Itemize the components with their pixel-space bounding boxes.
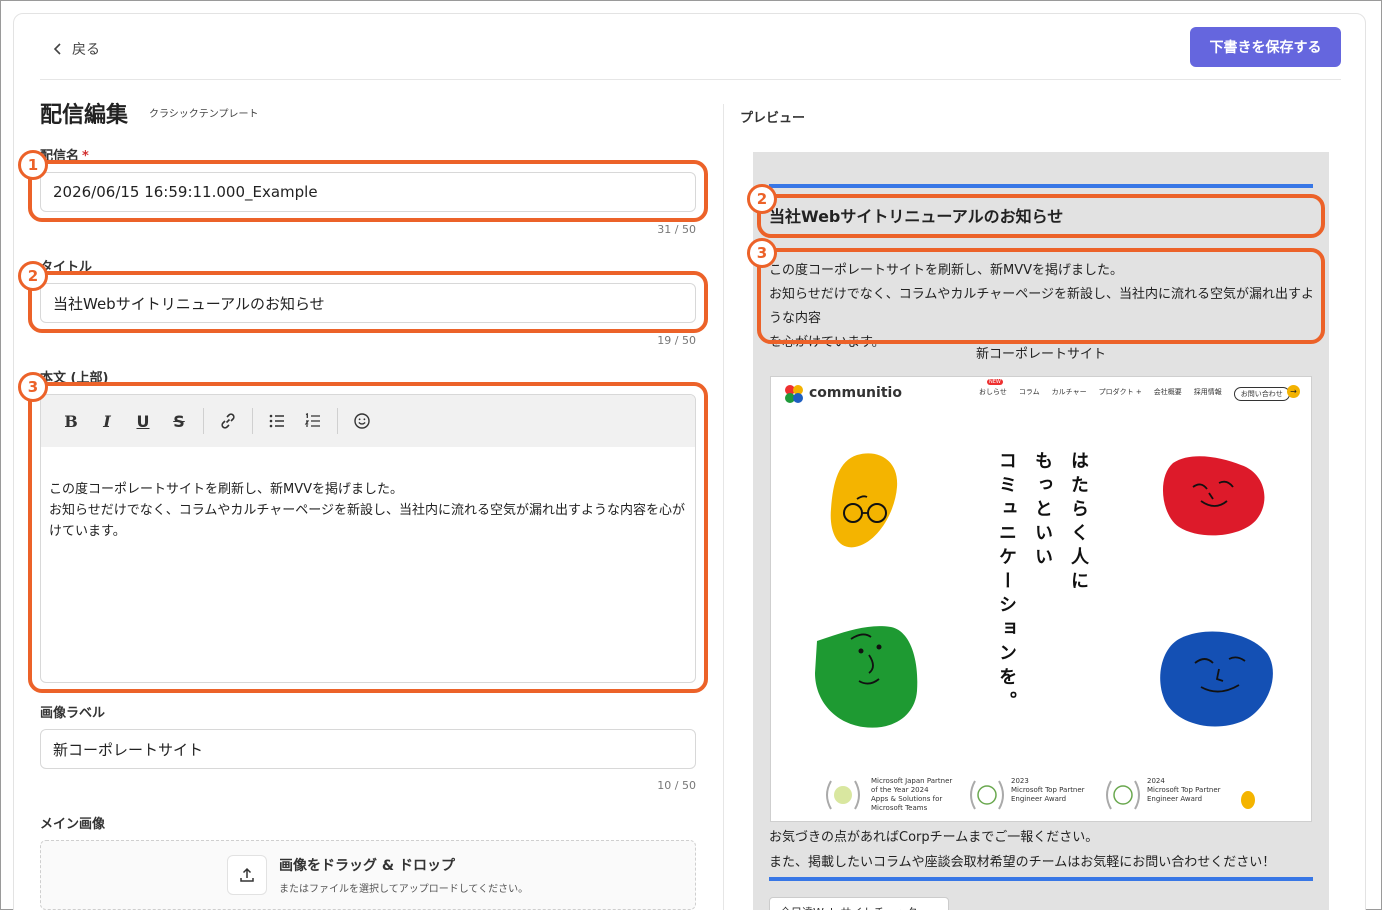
editor-content[interactable]: この度コーポレートサイトを刷新し、新MVVを掲げました。 お知らせだけでなく、コ…: [41, 447, 695, 542]
preview-body-line: お知らせだけでなく、コラムやカルチャーページを新設し、当社内に流れる空気が漏れ出…: [769, 287, 1314, 326]
underline-icon[interactable]: U: [127, 405, 159, 437]
image-dropzone[interactable]: 画像をドラッグ & ドロップ またはファイルを選択してアップロードしてください。: [40, 840, 696, 910]
annotation-badge-preview-3: 3: [747, 238, 777, 268]
preview-body-line: この度コーポレートサイトを刷新し、新MVVを掲げました。: [769, 263, 1124, 278]
bold-icon[interactable]: B: [55, 405, 87, 437]
annotation-badge-preview-2: 2: [747, 184, 777, 214]
chevron-left-icon: [53, 43, 61, 55]
preview-title: 当社Webサイトリニューアルのお知らせ: [769, 207, 1064, 226]
toolbar-divider: [252, 408, 253, 434]
preview-bottom-bar: [769, 877, 1313, 881]
editor-toolbar: B I U S: [41, 395, 695, 447]
site-tagline-line3: コミュニケーションを。: [996, 451, 1017, 715]
annotation-badge-3: 3: [18, 372, 48, 402]
name-counter: 31 / 50: [657, 223, 696, 236]
back-link[interactable]: 戻る: [52, 39, 100, 59]
numbered-list-icon[interactable]: [297, 405, 329, 437]
upload-icon: [227, 855, 267, 895]
emoji-icon[interactable]: [346, 405, 378, 437]
bullet-list-icon[interactable]: [261, 405, 293, 437]
site-nav-item: おしらせ NEW: [979, 379, 1007, 396]
red-character: [1162, 456, 1265, 536]
preview-footer-line1: お気づきの点があればCorpチームまでご一報ください。: [769, 830, 1099, 845]
editor-line: この度コーポレートサイトを刷新し、新MVVを掲げました。: [49, 482, 404, 497]
green-character: [815, 626, 918, 728]
body-editor[interactable]: B I U S この度コーポレートサイトを刷新し、新MVVを掲げました。 お知ら…: [40, 394, 696, 683]
yellow-character: [830, 453, 898, 548]
site-logo-text: communitio: [809, 385, 902, 401]
site-nav-item: カルチャー: [1051, 388, 1087, 396]
award-badge-3: 2024 Microsoft Top Partner Engineer Award: [1147, 777, 1221, 803]
back-label: 戻る: [72, 42, 100, 58]
laurel-icon: [826, 780, 860, 810]
image-label-input[interactable]: 新コーポレートサイト: [40, 729, 696, 769]
image-label-counter: 10 / 50: [657, 779, 696, 792]
preview-footer-line2: また、掲載したいコラムや座談会取材希望のチームはお気軽にお問い合わせください！: [769, 855, 1276, 870]
preview-body: この度コーポレートサイトを刷新し、新MVVを掲げました。 お知らせだけでなく、コ…: [769, 259, 1314, 355]
title-input[interactable]: 当社Webサイトリニューアルのお知らせ: [40, 283, 696, 323]
laurel-icon: [1106, 780, 1140, 810]
preview-top-bar: [769, 184, 1313, 188]
site-tagline-line2: もっといい: [1032, 451, 1053, 571]
award-badge-2: 2023 Microsoft Top Partner Engineer Award: [1011, 777, 1085, 803]
main-image-label: メイン画像: [40, 817, 106, 832]
template-tag: クラシックテンプレート: [149, 109, 259, 120]
page-title: 配信編集: [40, 103, 129, 128]
annotation-badge-2: 2: [18, 261, 48, 291]
dropzone-title: 画像をドラッグ & ドロップ: [279, 858, 455, 874]
preview-cta-button[interactable]: 全目達Web サイトチェック: [769, 897, 949, 910]
preview-main-image: communitio おしらせ NEW コラム カルチャー プロダクト + 会社概…: [770, 376, 1312, 822]
name-input[interactable]: 2026/06/15 16:59:11.000_Example: [40, 172, 696, 212]
body-label: 本文 (上部): [40, 371, 109, 386]
italic-icon[interactable]: I: [91, 405, 123, 437]
laurel-icon: [970, 780, 1004, 810]
save-draft-button[interactable]: 下書きを保存する: [1190, 27, 1341, 67]
arrow-circle-icon: →: [1287, 385, 1300, 398]
image-label-label: 画像ラベル: [40, 706, 106, 721]
blue-character: [1160, 631, 1273, 727]
toolbar-divider: [337, 408, 338, 434]
editor-line: お知らせだけでなく、コラムやカルチャーページを新設し、当社内に流れる空気が漏れ出…: [49, 503, 685, 539]
preview-label: プレビュー: [740, 111, 806, 126]
site-tagline-line1: はたらく人に: [1068, 451, 1089, 595]
site-nav: おしらせ NEW コラム カルチャー プロダクト + 会社概要 採用情報 お問い合…: [979, 379, 1290, 401]
toolbar-divider: [203, 408, 204, 434]
site-contact-button: お問い合わせ: [1233, 387, 1290, 401]
award-badge-1: Microsoft Japan Partner of the Year 2024 A…: [871, 777, 953, 812]
required-mark: *: [82, 149, 89, 164]
top-bar: 戻る 下書きを保存する: [40, 26, 1341, 80]
site-nav-item: 会社概要: [1153, 388, 1182, 396]
site-nav-item: コラム: [1018, 388, 1040, 396]
annotation-badge-1: 1: [18, 150, 48, 180]
new-badge: NEW: [987, 379, 1003, 385]
site-nav-item: プロダクト +: [1098, 388, 1142, 396]
mascot-icon: [1241, 791, 1255, 809]
dropzone-subtext: またはファイルを選択してアップロードしてください。: [279, 884, 529, 895]
column-divider: [723, 104, 724, 910]
preview-image-label: 新コーポレートサイト: [975, 347, 1106, 362]
link-icon[interactable]: [212, 405, 244, 437]
communitio-logo: [785, 385, 803, 403]
site-nav-item: 採用情報: [1193, 388, 1222, 396]
strikethrough-icon[interactable]: S: [163, 405, 195, 437]
title-label: タイトル: [40, 260, 93, 275]
title-counter: 19 / 50: [657, 334, 696, 347]
